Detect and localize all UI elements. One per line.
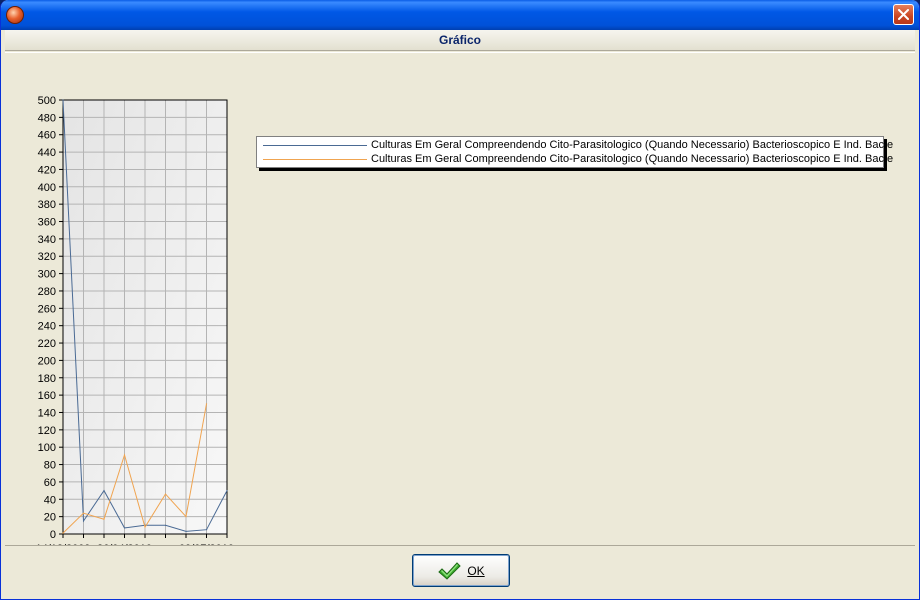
header-panel: Gráfico [5,30,915,51]
data-point-series-1 [103,490,105,492]
y-tick-label: 500 [38,95,56,107]
data-point-series-2 [103,518,105,520]
data-point-series-2 [205,403,208,405]
y-tick-label: 20 [44,512,56,524]
y-tick-label: 120 [38,425,56,437]
legend-label-series-2: Culturas Em Geral Compreendendo Cito-Par… [371,153,894,165]
data-point-series-2 [123,454,126,456]
data-point-series-1 [123,527,126,529]
y-tick-label: 80 [44,460,56,472]
close-icon [898,9,909,20]
chart-legend: Culturas Em Geral Compreendendo Cito-Par… [256,136,893,168]
header-title: Gráfico [438,33,481,47]
legend-swatch-series-1 [263,145,367,146]
legend-label-series-1: Culturas Em Geral Compreendendo Cito-Par… [371,139,894,151]
y-tick-label: 40 [44,494,56,506]
y-tick-label: 260 [38,303,56,315]
data-point-series-1 [82,520,85,522]
y-tick-label: 220 [38,338,56,350]
title-bar[interactable] [1,0,919,30]
y-tick-label: 0 [50,529,56,541]
data-point-series-1 [185,530,187,532]
y-tick-label: 180 [38,373,56,385]
y-tick-label: 380 [38,199,56,211]
data-point-series-1 [164,524,167,526]
data-point-series-2 [144,526,146,528]
data-point-series-1 [205,529,208,531]
y-tick-label: 460 [38,130,56,142]
y-tick-label: 280 [38,286,56,298]
check-icon [438,561,462,580]
app-icon[interactable] [6,6,24,24]
button-panel: OK [5,545,915,594]
data-point-series-1 [226,490,228,492]
chart: 0 20 40 60 80 100 120 140 160 180 200 220 240 260 280 3… [35,95,234,545]
y-tick-label: 160 [38,390,56,402]
y-tick-label: 300 [38,269,56,281]
y-tick-label: 340 [38,234,56,246]
data-point-series-2 [164,493,167,495]
legend-item-series-2: Culturas Em Geral Compreendendo Cito-Par… [257,152,893,166]
ok-button-label: OK [467,563,485,578]
y-tick-label: 440 [38,147,56,159]
data-point-series-2 [82,512,85,514]
data-point-series-2 [185,516,187,518]
y-tick-label: 420 [38,164,56,176]
y-tick-label: 240 [38,321,56,333]
data-point-series-2 [62,532,64,534]
chart-panel: 0 20 40 60 80 100 120 140 160 180 200 220 240 260 280 3… [5,52,915,545]
y-tick-label: 200 [38,355,56,367]
client-area: Gráfico 0 20 40 60 80 100 120 140 160 180 200 220 24… [4,30,916,596]
close-button[interactable] [893,4,914,25]
legend-item-series-1: Culturas Em Geral Compreendendo Cito-Par… [257,138,893,152]
y-tick-label: 360 [38,217,56,229]
y-tick-label: 140 [38,407,56,419]
y-tick-label: 100 [38,442,56,454]
data-point-series-1 [62,99,64,101]
legend-swatch-series-2 [263,159,367,160]
ok-button[interactable]: OK [412,554,510,587]
chart-window: Gráfico 0 20 40 60 80 100 120 140 160 180 200 220 24… [0,0,920,600]
y-tick-label: 400 [38,182,56,194]
y-tick-label: 480 [38,112,56,124]
y-tick-label: 60 [44,477,56,489]
y-tick-label: 320 [38,251,56,263]
